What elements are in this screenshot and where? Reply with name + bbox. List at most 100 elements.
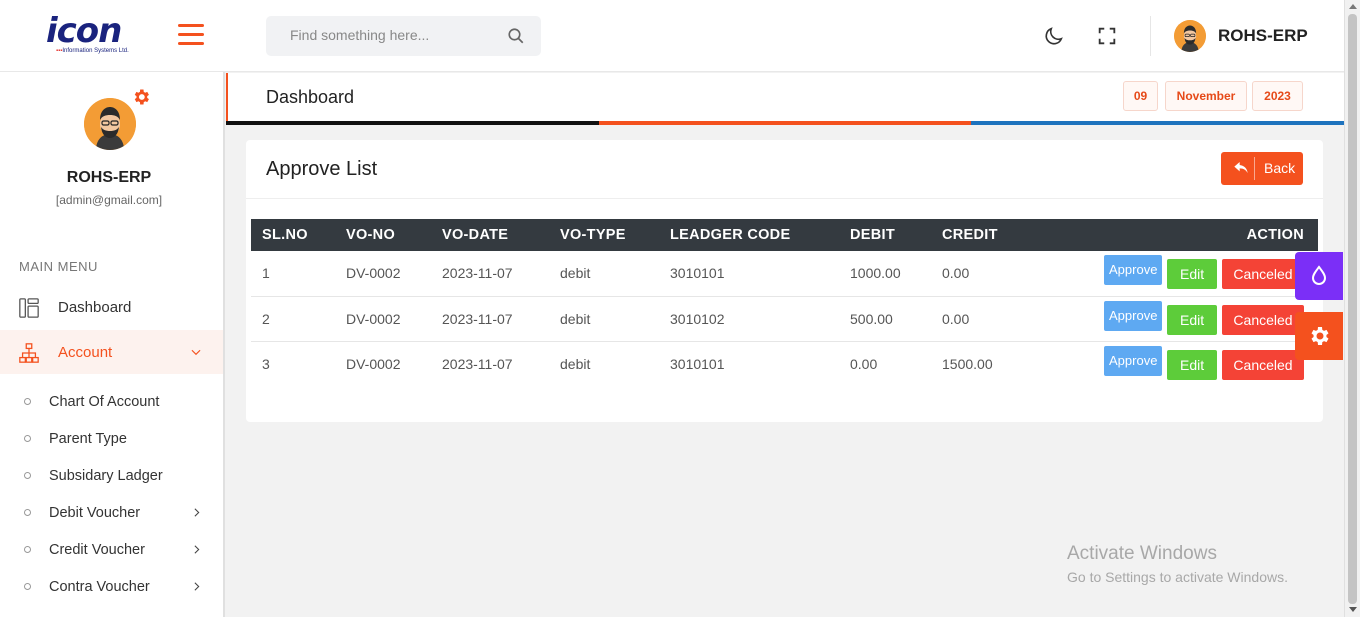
scroll-down-arrow-icon[interactable]: [1349, 607, 1357, 612]
date-day-badge: 09: [1123, 81, 1158, 111]
page-title: Dashboard: [266, 87, 355, 107]
page-header-accent: [226, 73, 228, 125]
table-header-row: SL.NO VO-NO VO-DATE VO-TYPE LEADGER CODE…: [251, 219, 1318, 251]
theme-color-widget[interactable]: [1295, 252, 1343, 300]
table-row: 3 DV-0002 2023-11-07 debit 3010101 0.00 …: [251, 341, 1318, 386]
edit-button[interactable]: Edit: [1167, 259, 1218, 290]
bullet-icon: [24, 509, 31, 516]
chevron-right-icon: [194, 545, 200, 554]
watermark-subtitle: Go to Settings to activate Windows.: [1067, 569, 1288, 585]
sidebar-item-account[interactable]: Account: [0, 330, 223, 374]
approve-button[interactable]: Approve: [1104, 300, 1163, 331]
canceled-button[interactable]: Canceled: [1222, 304, 1304, 335]
card-divider: [246, 198, 1323, 199]
cell-credit: 0.00: [942, 265, 970, 282]
sub-item-label: Contra Voucher: [49, 579, 150, 595]
chevron-right-icon: [194, 508, 200, 517]
avatar[interactable]: [1174, 20, 1206, 52]
back-button[interactable]: Back: [1221, 152, 1303, 185]
sub-item-label: Parent Type: [49, 431, 127, 447]
cell-vo-no: DV-0002: [346, 310, 401, 327]
approve-list-card: Approve List Back SL.NO VO-NO VO-DATE VO…: [246, 140, 1323, 422]
sidebar-avatar[interactable]: [84, 98, 136, 150]
sub-item-contra-voucher[interactable]: Contra Voucher: [0, 572, 223, 602]
dark-mode-moon-icon[interactable]: [1043, 25, 1065, 47]
sub-item-credit-voucher[interactable]: Credit Voucher: [0, 535, 223, 565]
settings-widget[interactable]: [1295, 312, 1343, 360]
search-input[interactable]: [290, 27, 490, 43]
sidebar-item-label: Account: [58, 344, 113, 361]
approve-table: SL.NO VO-NO VO-DATE VO-TYPE LEADGER CODE…: [251, 219, 1318, 386]
droplet-icon: [1311, 265, 1327, 285]
sub-item-label: Chart Of Account: [49, 394, 160, 410]
cell-vo-no: DV-0002: [346, 265, 401, 282]
column-header: CREDIT: [942, 227, 998, 243]
canceled-button[interactable]: Canceled: [1222, 349, 1304, 380]
cell-credit: 1500.00: [942, 355, 993, 372]
brand-logo[interactable]: icon ▪▪▪Information Systems Ltd.: [46, 14, 146, 58]
table-row: 2 DV-0002 2023-11-07 debit 3010102 500.0…: [251, 296, 1318, 341]
column-header: VO-NO: [346, 227, 396, 243]
column-header: DEBIT: [850, 227, 895, 243]
activate-windows-watermark: Activate Windows Go to Settings to activ…: [1067, 543, 1288, 585]
sub-item-subsidary-ladger[interactable]: Subsidary Ladger: [0, 461, 223, 491]
column-header: LEADGER CODE: [670, 227, 791, 243]
menu-toggle-icon[interactable]: [178, 24, 204, 46]
header-username[interactable]: ROHS-ERP: [1218, 26, 1308, 46]
menu-heading: MAIN MENU: [19, 259, 98, 274]
sub-item-chart-of-account[interactable]: Chart Of Account: [0, 387, 223, 417]
profile-name: ROHS-ERP: [66, 169, 152, 186]
cell-credit: 0.00: [942, 310, 970, 327]
sub-item-label: Subsidary Ladger: [49, 468, 163, 484]
cell-vo-date: 2023-11-07: [442, 310, 513, 327]
sub-item-debit-voucher[interactable]: Debit Voucher: [0, 498, 223, 528]
column-header: VO-DATE: [442, 227, 509, 243]
logo-text: icon: [46, 11, 122, 51]
search-icon[interactable]: [507, 27, 525, 45]
color-segment-blue: [971, 121, 1345, 125]
cell-vo-type: debit: [560, 265, 591, 282]
scroll-thumb[interactable]: [1348, 14, 1357, 604]
column-header: SL.NO: [262, 227, 308, 243]
sitemap-icon: [19, 343, 39, 363]
profile-settings-gear-icon[interactable]: [131, 87, 151, 107]
cell-sl: 3: [262, 355, 270, 372]
profile-email: [admin@gmail.com]: [55, 193, 163, 207]
cell-debit: 500.00: [850, 310, 893, 327]
bullet-icon: [24, 546, 31, 553]
color-segment-orange: [598, 121, 972, 125]
edit-button[interactable]: Edit: [1167, 304, 1218, 335]
cell-vo-date: 2023-11-07: [442, 265, 513, 282]
header-color-bar: [226, 121, 1345, 125]
sub-item-parent-type[interactable]: Parent Type: [0, 424, 223, 454]
canceled-button[interactable]: Canceled: [1222, 259, 1304, 290]
date-month-badge: November: [1165, 81, 1247, 111]
cell-ledger-code: 3010101: [670, 355, 725, 372]
table-row: 1 DV-0002 2023-11-07 debit 3010101 1000.…: [251, 251, 1318, 296]
cell-actions: Approve Edit Canceled: [1019, 341, 1318, 386]
fullscreen-icon[interactable]: [1096, 25, 1118, 47]
column-header: ACTION: [1246, 227, 1304, 243]
approve-button[interactable]: Approve: [1104, 255, 1163, 286]
cell-actions: Approve Edit Canceled: [1019, 296, 1318, 341]
scroll-up-arrow-icon[interactable]: [1349, 4, 1357, 9]
cell-debit: 0.00: [850, 355, 878, 372]
back-button-label: Back: [1264, 160, 1296, 176]
sidebar-item-dashboard[interactable]: Dashboard: [0, 285, 223, 329]
cell-sl: 1: [262, 265, 270, 282]
chevron-right-icon: [194, 582, 200, 591]
cell-ledger-code: 3010101: [670, 265, 725, 282]
column-header: VO-TYPE: [560, 227, 626, 243]
edit-button[interactable]: Edit: [1167, 349, 1218, 380]
gear-icon: [1311, 327, 1329, 345]
approve-button[interactable]: Approve: [1104, 345, 1163, 376]
sub-item-label: Credit Voucher: [49, 542, 145, 558]
cell-vo-type: debit: [560, 355, 591, 372]
vertical-scrollbar[interactable]: [1344, 0, 1360, 617]
bullet-icon: [24, 583, 31, 590]
reply-arrow-icon: [1234, 162, 1248, 173]
page-header: Dashboard 09 November 2023: [226, 73, 1345, 125]
logo-subtitle: ▪▪▪Information Systems Ltd.: [56, 48, 129, 54]
cell-vo-date: 2023-11-07: [442, 355, 513, 372]
bullet-icon: [24, 472, 31, 479]
